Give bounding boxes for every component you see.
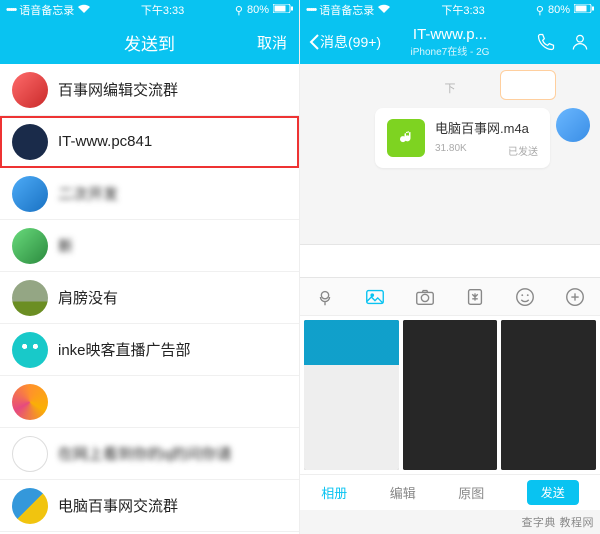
wifi-icon: [378, 4, 390, 16]
profile-icon[interactable]: [570, 32, 590, 52]
contact-row[interactable]: 在网上看到你的q的问你请: [0, 428, 299, 480]
file-message[interactable]: 电脑百事网.m4a 31.80K 已发送: [375, 108, 550, 168]
contact-list[interactable]: 百事网编辑交流群 IT-www.pc841 二次开发新肩膀没有 inke映客直播广告部…: [0, 64, 299, 534]
chat-title: IT-www.p...: [411, 26, 490, 43]
page-title: 发送到: [124, 30, 175, 55]
carrier-text: 语音备忘录: [19, 2, 74, 18]
bluetooth-icon: ⚲: [235, 4, 243, 17]
tool-bar: [300, 278, 600, 316]
avatar: [12, 280, 48, 316]
status-time: 下午3:33: [141, 2, 184, 18]
contact-name: 肩膀没有: [58, 287, 118, 308]
photo-thumb[interactable]: [304, 320, 399, 470]
avatar: [12, 72, 48, 108]
chat-body: 下 电脑百事网.m4a 31.80K 已发送: [300, 64, 600, 244]
redpacket-icon[interactable]: [464, 286, 486, 308]
back-button[interactable]: 消息(99+): [308, 32, 381, 52]
contact-name: inke映客直播广告部: [58, 339, 191, 360]
tab-original[interactable]: 原图: [458, 483, 484, 502]
contact-name: 百事网编辑交流群: [58, 79, 178, 100]
wifi-icon: [78, 4, 90, 16]
battery-pct: 80%: [247, 4, 269, 16]
call-icon[interactable]: [536, 32, 556, 52]
watermark: 查字典 教程网: [521, 514, 594, 530]
signal-dots: [306, 4, 315, 16]
tab-edit[interactable]: 编辑: [390, 483, 416, 502]
cancel-button[interactable]: 取消: [257, 32, 287, 53]
signal-dots: [6, 4, 15, 16]
contact-row[interactable]: 肩膀没有: [0, 272, 299, 324]
message-input[interactable]: [300, 244, 600, 278]
send-button[interactable]: 发送: [527, 480, 579, 505]
chevron-left-icon: [308, 33, 320, 51]
message-row: 电脑百事网.m4a 31.80K 已发送: [300, 102, 600, 174]
contact-row[interactable]: 百事网编辑交流群: [0, 64, 299, 116]
status-time: 下午3:33: [441, 2, 484, 18]
back-label: 消息(99+): [320, 32, 381, 52]
photo-picker: 相册 编辑 原图 发送: [300, 316, 600, 510]
file-name: 电脑百事网.m4a: [435, 118, 538, 137]
emoji-icon[interactable]: [514, 286, 536, 308]
photo-tabs: 相册 编辑 原图 发送: [300, 474, 600, 510]
contact-name: 二次开发: [58, 183, 118, 204]
status-bar: 语音备忘录 下午3:33 ⚲ 80%: [0, 0, 299, 20]
avatar: [12, 488, 48, 524]
contact-row[interactable]: inke映客直播广告部: [0, 324, 299, 376]
voice-icon[interactable]: [314, 286, 336, 308]
file-status: 已发送: [508, 143, 538, 158]
bluetooth-icon: ⚲: [536, 4, 544, 17]
contact-name: IT-www.pc841: [58, 133, 152, 150]
tab-album[interactable]: 相册: [321, 483, 347, 502]
contact-row[interactable]: 二次开发: [0, 168, 299, 220]
avatar: [12, 124, 48, 160]
carrier-text: 语音备忘录: [319, 2, 374, 18]
photo-icon[interactable]: [364, 286, 386, 308]
contact-row[interactable]: 电脑百事网交流群: [0, 480, 299, 532]
plus-icon[interactable]: [564, 286, 586, 308]
avatar: [12, 332, 48, 368]
contact-name: 新: [58, 235, 73, 256]
contact-row[interactable]: 新: [0, 220, 299, 272]
avatar: [12, 436, 48, 472]
msg-bubble-prev: [500, 70, 556, 100]
file-size: 31.80K: [435, 143, 467, 158]
battery-icon: [273, 4, 293, 16]
battery-icon: [574, 4, 594, 16]
photo-thumb[interactable]: [501, 320, 596, 470]
chat-subtitle: iPhone7在线 - 2G: [411, 43, 490, 58]
avatar: [12, 228, 48, 264]
contact-name: 在网上看到你的q的问你请: [58, 443, 231, 464]
contact-row[interactable]: IT-www.pc841: [0, 116, 299, 168]
avatar: [12, 384, 48, 420]
contact-row[interactable]: [0, 376, 299, 428]
status-bar: 语音备忘录 下午3:33 ⚲ 80%: [300, 0, 600, 20]
nav-bar-right: 消息(99+) IT-www.p... iPhone7在线 - 2G: [300, 20, 600, 64]
avatar-self[interactable]: [556, 108, 590, 142]
contact-name: 电脑百事网交流群: [58, 495, 178, 516]
music-file-icon: [387, 119, 425, 157]
camera-icon[interactable]: [414, 286, 436, 308]
avatar: [12, 176, 48, 212]
nav-bar-left: 发送到 取消: [0, 20, 299, 64]
photo-thumb[interactable]: [403, 320, 498, 470]
battery-pct: 80%: [548, 4, 570, 16]
